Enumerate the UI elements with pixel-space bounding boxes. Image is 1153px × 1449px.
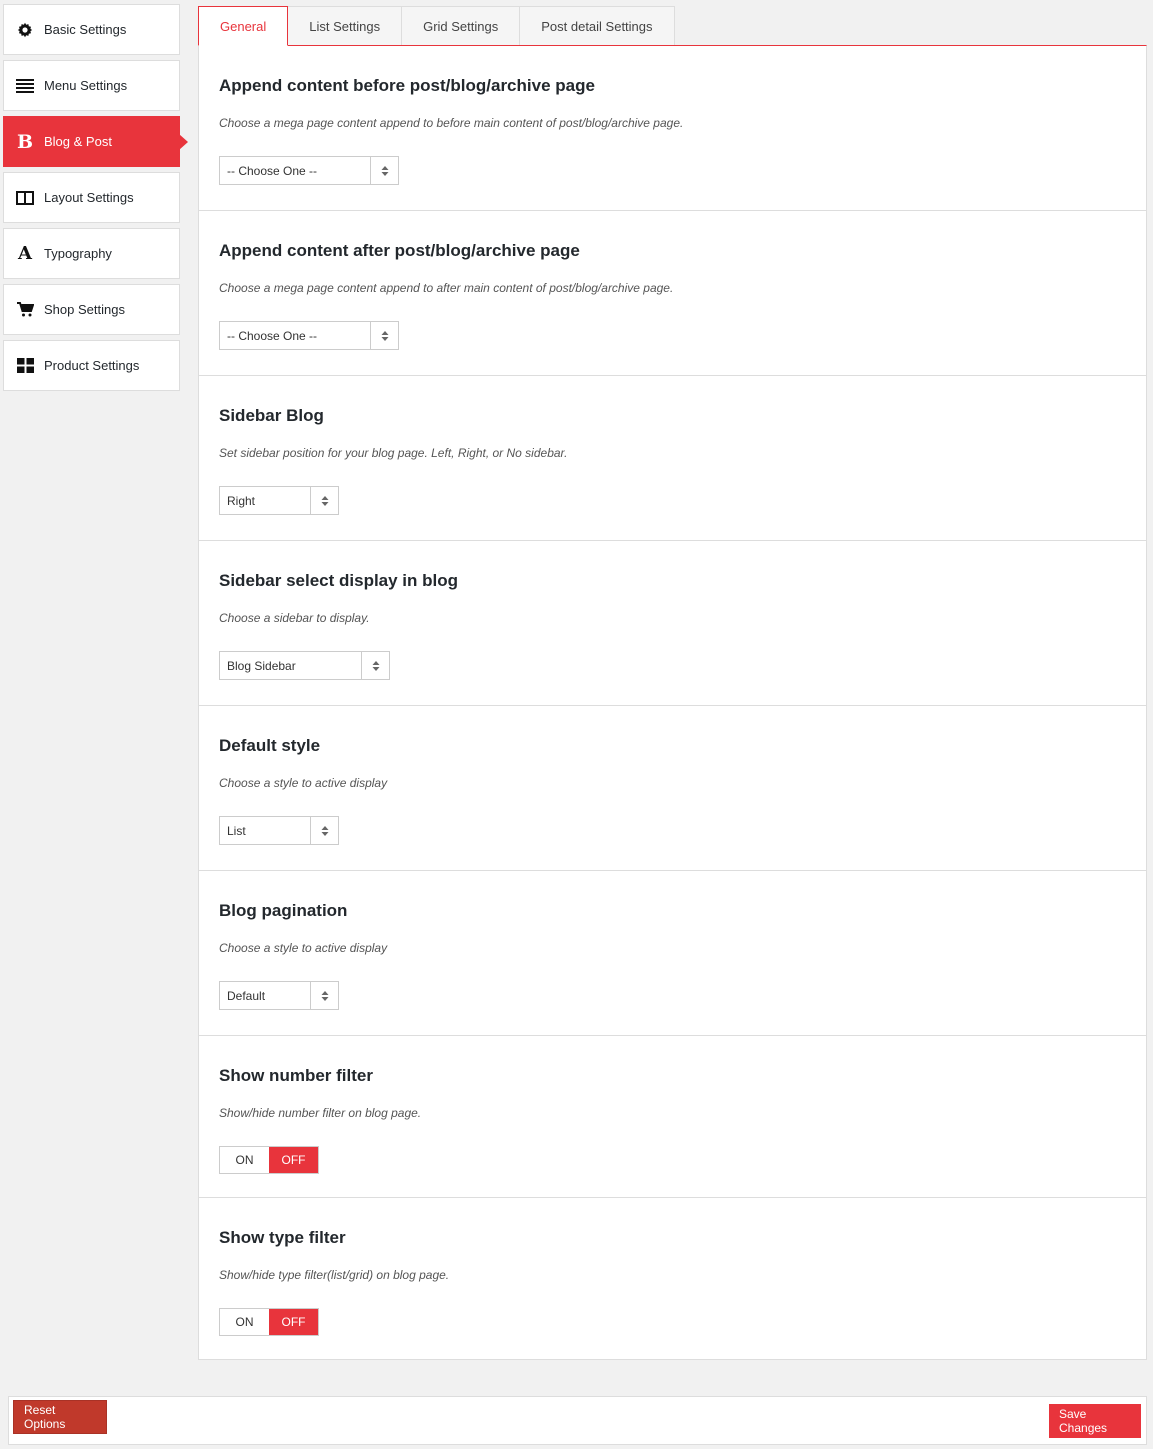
- setting-description: Choose a sidebar to display.: [219, 611, 370, 625]
- setting-description: Set sidebar position for your blog page.…: [219, 446, 568, 460]
- updown-arrow-icon: [361, 652, 389, 679]
- tab-grid-settings[interactable]: Grid Settings: [401, 6, 521, 46]
- select-value: List: [227, 823, 246, 838]
- sidebar-item-basic-settings[interactable]: Basic Settings: [3, 4, 180, 55]
- setting-sidebar-blog: Sidebar Blog Set sidebar position for yo…: [199, 376, 1146, 541]
- setting-blog-pagination: Blog pagination Choose a style to active…: [199, 871, 1146, 1036]
- setting-description: Show/hide type filter(list/grid) on blog…: [219, 1268, 450, 1282]
- updown-arrow-icon: [310, 817, 338, 844]
- updown-arrow-icon: [370, 157, 398, 184]
- setting-show-number-filter: Show number filter Show/hide number filt…: [199, 1036, 1146, 1198]
- gear-icon: [14, 20, 36, 40]
- sidebar-item-label: Menu Settings: [44, 78, 128, 93]
- setting-title: Sidebar Blog: [219, 406, 324, 425]
- sidebar-item-label: Product Settings: [44, 358, 140, 373]
- setting-title: Show type filter: [219, 1228, 346, 1247]
- toggle-on-button[interactable]: ON: [220, 1309, 269, 1335]
- updown-arrow-icon: [310, 487, 338, 514]
- setting-title: Append content before post/blog/archive …: [219, 76, 595, 95]
- settings-tabs: General List Settings Grid Settings Post…: [198, 6, 675, 46]
- setting-append-before: Append content before post/blog/archive …: [199, 46, 1146, 211]
- setting-description: Choose a style to active display: [219, 941, 388, 955]
- setting-description: Show/hide number filter on blog page.: [219, 1106, 422, 1120]
- columns-icon: [14, 188, 36, 208]
- select-value: Default: [227, 988, 266, 1003]
- setting-description: Choose a mega page content append to bef…: [219, 116, 684, 130]
- options-footer: Reset Options Save Changes: [8, 1396, 1147, 1445]
- updown-arrow-icon: [370, 322, 398, 349]
- blog-pagination-select[interactable]: Default: [219, 981, 339, 1010]
- settings-sidebar: Basic Settings Menu Settings B Blog & Po…: [3, 4, 188, 396]
- letter-a-icon: A: [18, 243, 32, 264]
- toggle-off-button[interactable]: OFF: [269, 1309, 318, 1335]
- tab-post-detail-settings[interactable]: Post detail Settings: [519, 6, 675, 46]
- grid-icon: [14, 356, 36, 376]
- sidebar-item-menu-settings[interactable]: Menu Settings: [3, 60, 180, 111]
- toggle-off-button[interactable]: OFF: [269, 1147, 318, 1173]
- cart-icon: [14, 300, 36, 320]
- sidebar-item-label: Blog & Post: [44, 134, 112, 149]
- type-filter-toggle: ON OFF: [219, 1308, 319, 1336]
- setting-title: Show number filter: [219, 1066, 373, 1085]
- sidebar-item-typography[interactable]: A Typography: [3, 228, 180, 279]
- sidebar-item-label: Layout Settings: [44, 190, 134, 205]
- setting-sidebar-select: Sidebar select display in blog Choose a …: [199, 541, 1146, 706]
- toggle-on-button[interactable]: ON: [220, 1147, 269, 1173]
- setting-title: Append content after post/blog/archive p…: [219, 241, 580, 260]
- sidebar-item-label: Basic Settings: [44, 22, 127, 37]
- sidebar-item-product-settings[interactable]: Product Settings: [3, 340, 180, 391]
- setting-description: Choose a style to active display: [219, 776, 388, 790]
- tab-list-settings[interactable]: List Settings: [287, 6, 403, 46]
- setting-append-after: Append content after post/blog/archive p…: [199, 211, 1146, 376]
- select-value: -- Choose One --: [227, 328, 318, 343]
- default-style-select[interactable]: List: [219, 816, 339, 845]
- select-value: Right: [227, 493, 256, 508]
- sidebar-item-layout-settings[interactable]: Layout Settings: [3, 172, 180, 223]
- setting-title: Sidebar select display in blog: [219, 571, 459, 590]
- setting-description: Choose a mega page content append to aft…: [219, 281, 674, 295]
- setting-title: Default style: [219, 736, 321, 755]
- select-value: Blog Sidebar: [227, 658, 296, 673]
- select-value: -- Choose One --: [227, 163, 318, 178]
- bold-b-icon: B: [16, 130, 34, 153]
- updown-arrow-icon: [310, 982, 338, 1009]
- sidebar-item-shop-settings[interactable]: Shop Settings: [3, 284, 180, 335]
- settings-panel: Append content before post/blog/archive …: [198, 45, 1147, 1360]
- append-after-select[interactable]: -- Choose One --: [219, 321, 399, 350]
- menu-lines-icon: [14, 76, 36, 96]
- sidebar-item-label: Typography: [44, 246, 112, 261]
- setting-default-style: Default style Choose a style to active d…: [199, 706, 1146, 871]
- append-before-select[interactable]: -- Choose One --: [219, 156, 399, 185]
- sidebar-display-select[interactable]: Blog Sidebar: [219, 651, 390, 680]
- tab-general[interactable]: General: [198, 6, 289, 46]
- sidebar-blog-select[interactable]: Right: [219, 486, 339, 515]
- setting-title: Blog pagination: [219, 901, 348, 920]
- sidebar-item-label: Shop Settings: [44, 302, 125, 317]
- number-filter-toggle: ON OFF: [219, 1146, 319, 1174]
- sidebar-item-blog-post[interactable]: B Blog & Post: [3, 116, 188, 167]
- reset-options-button[interactable]: Reset Options: [13, 1400, 107, 1434]
- save-changes-button[interactable]: Save Changes: [1049, 1404, 1141, 1438]
- setting-show-type-filter: Show type filter Show/hide type filter(l…: [199, 1198, 1146, 1360]
